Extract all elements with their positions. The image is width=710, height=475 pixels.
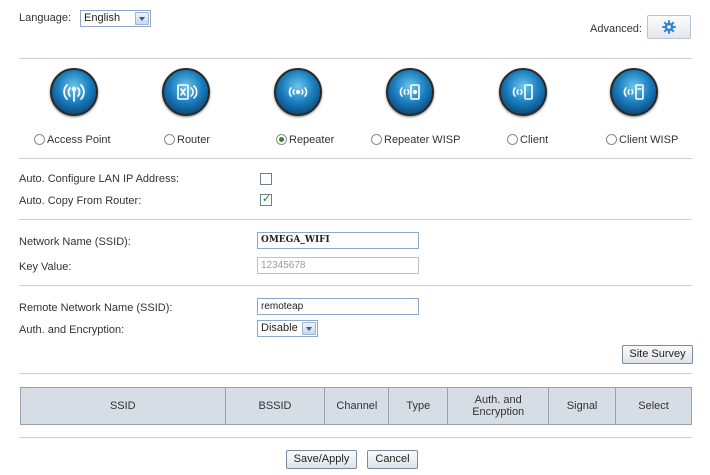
mode-client-wisp[interactable]: Client WISP	[606, 68, 706, 148]
advanced-button[interactable]	[647, 15, 691, 39]
auto-copy-router-label: Auto. Copy From Router:	[19, 195, 142, 207]
key-value-label: Key Value:	[19, 261, 72, 273]
key-value-input[interactable]: 12345678	[257, 257, 419, 274]
auth-encryption-value: Disable	[261, 322, 298, 334]
mode-access-point-option[interactable]: Access Point	[34, 134, 111, 146]
table-header-row: SSID BSSID Channel Type Auth. and Encryp…	[20, 387, 692, 425]
column-channel: Channel	[324, 387, 390, 425]
auth-encryption-label: Auth. and Encryption:	[19, 324, 125, 336]
mode-client-wisp-label: Client WISP	[619, 134, 679, 146]
column-ssid: SSID	[20, 387, 226, 425]
network-ssid-label: Network Name (SSID):	[19, 236, 131, 248]
mode-client[interactable]: Client	[499, 68, 605, 148]
client-wisp-icon	[610, 68, 658, 116]
advanced-label: Advanced:	[590, 23, 642, 35]
chevron-down-icon	[135, 12, 149, 25]
network-ssid-input[interactable]: OMEGA_WIFI	[257, 232, 419, 249]
language-select[interactable]: English	[80, 10, 151, 27]
divider	[19, 373, 692, 374]
repeater-icon	[274, 68, 322, 116]
mode-client-wisp-option[interactable]: Client WISP	[606, 134, 678, 146]
auth-encryption-select[interactable]: Disable	[257, 320, 318, 337]
repeater-wisp-icon	[386, 68, 434, 116]
radio-router[interactable]	[164, 134, 175, 145]
column-auth-encryption: Auth. and Encryption	[447, 387, 550, 425]
mode-client-label: Client	[520, 134, 549, 146]
mode-router-option[interactable]: Router	[164, 134, 210, 146]
divider	[19, 437, 692, 438]
gear-icon	[662, 20, 676, 34]
mode-repeater[interactable]: Repeater	[272, 68, 372, 148]
mode-repeater-wisp-label: Repeater WISP	[384, 134, 461, 146]
column-select: Select	[615, 387, 692, 425]
radio-client[interactable]	[507, 134, 518, 145]
mode-repeater-label: Repeater	[289, 134, 335, 146]
mode-router[interactable]: Router	[160, 68, 260, 148]
router-wifi-icon	[162, 68, 210, 116]
radio-client-wisp[interactable]	[606, 134, 617, 145]
divider	[19, 58, 692, 59]
radio-repeater[interactable]	[276, 134, 287, 145]
remote-ssid-label: Remote Network Name (SSID):	[19, 302, 173, 314]
language-label: Language:	[19, 12, 71, 24]
auto-configure-lan-label: Auto. Configure LAN IP Address:	[19, 173, 179, 185]
radio-repeater-wisp[interactable]	[371, 134, 382, 145]
mode-repeater-option[interactable]: Repeater	[276, 134, 334, 146]
cancel-button[interactable]: Cancel	[367, 450, 418, 469]
site-survey-button[interactable]: Site Survey	[622, 345, 693, 364]
divider	[19, 158, 692, 159]
mode-access-point[interactable]: Access Point	[34, 68, 134, 148]
site-survey-table: SSID BSSID Channel Type Auth. and Encryp…	[20, 387, 692, 425]
mode-repeater-wisp[interactable]: Repeater WISP	[368, 68, 468, 148]
column-type: Type	[388, 387, 449, 425]
language-select-value: English	[84, 12, 121, 24]
mode-router-label: Router	[177, 134, 211, 146]
wifi-broadcast-icon	[50, 68, 98, 116]
divider	[19, 219, 692, 220]
client-icon	[499, 68, 547, 116]
divider	[19, 285, 692, 286]
auto-copy-router-checkbox[interactable]	[260, 192, 272, 206]
remote-ssid-input[interactable]: remoteap	[257, 298, 419, 315]
radio-access-point[interactable]	[34, 134, 45, 145]
save-apply-button[interactable]: Save/Apply	[286, 450, 357, 469]
mode-access-point-label: Access Point	[47, 134, 111, 146]
column-signal: Signal	[548, 387, 617, 425]
mode-repeater-wisp-option[interactable]: Repeater WISP	[371, 134, 460, 146]
chevron-down-icon	[302, 322, 316, 335]
column-bssid: BSSID	[224, 387, 326, 425]
auto-configure-lan-checkbox[interactable]	[260, 173, 272, 185]
mode-client-option[interactable]: Client	[507, 134, 548, 146]
